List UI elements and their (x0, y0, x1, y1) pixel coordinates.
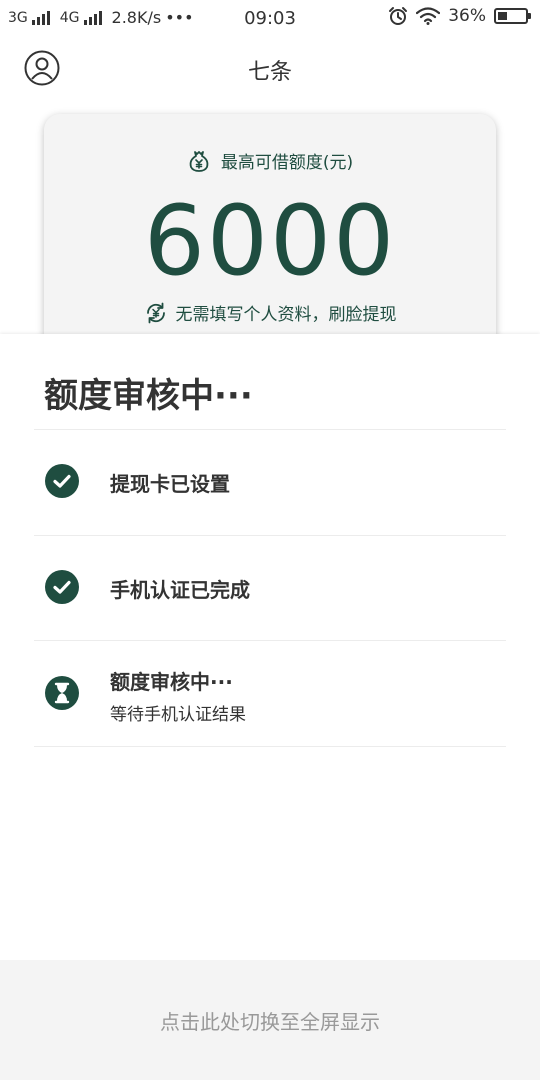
battery-icon (494, 8, 531, 24)
step-title: 提现卡已设置 (110, 472, 230, 496)
review-title: 额度审核中··· (44, 376, 253, 416)
quota-amount: 6000 (143, 185, 397, 297)
fullscreen-toggle-button[interactable]: 点击此处切换至全屏显示 (0, 960, 540, 1080)
battery-level (498, 12, 508, 20)
quota-note-row: 无需填写个人资料，刷脸提现 (44, 300, 496, 325)
header: 七条 (0, 40, 540, 100)
quota-card: 最高可借额度(元) 6000 无需填写个人资料，刷脸提现 (44, 114, 496, 354)
step-title: 额度审核中··· (110, 670, 233, 694)
refresh-yuan-icon (146, 302, 165, 323)
status-bar: 3G 4G 2.8K/s ••• 09:03 36% (0, 0, 540, 36)
quota-note: 无需填写个人资料，刷脸提现 (175, 305, 397, 325)
page-title: 七条 (247, 60, 292, 85)
quota-label-row: 最高可借额度(元) (44, 148, 496, 173)
step-withdraw-card: 提现卡已设置 (34, 430, 506, 535)
step-phone-verify: 手机认证已完成 (34, 536, 506, 641)
step-quota-review: 额度审核中··· 等待手机认证结果 (34, 641, 506, 746)
alarm-icon (389, 7, 408, 25)
review-sheet: 额度审核中··· 提现卡已设置 手机认证已完成 额度审核中··· 等待手机认证结… (0, 334, 540, 960)
quota-label: 最高可借额度(元) (220, 153, 354, 173)
divider (34, 746, 506, 747)
battery-percent: 36% (448, 6, 486, 26)
check-circle-icon (45, 464, 79, 498)
hourglass-icon (45, 676, 79, 710)
wifi-icon (416, 7, 441, 25)
step-subtitle: 等待手机认证结果 (110, 705, 246, 725)
money-bag-icon (189, 150, 209, 172)
screen: 3G 4G 2.8K/s ••• 09:03 36% 七条 最高可借额度(元) … (0, 0, 540, 1080)
fullscreen-toggle-label: 点击此处切换至全屏显示 (160, 1009, 380, 1034)
check-circle-icon (45, 570, 79, 604)
step-title: 手机认证已完成 (110, 578, 250, 602)
status-right: 36% (388, 6, 531, 26)
